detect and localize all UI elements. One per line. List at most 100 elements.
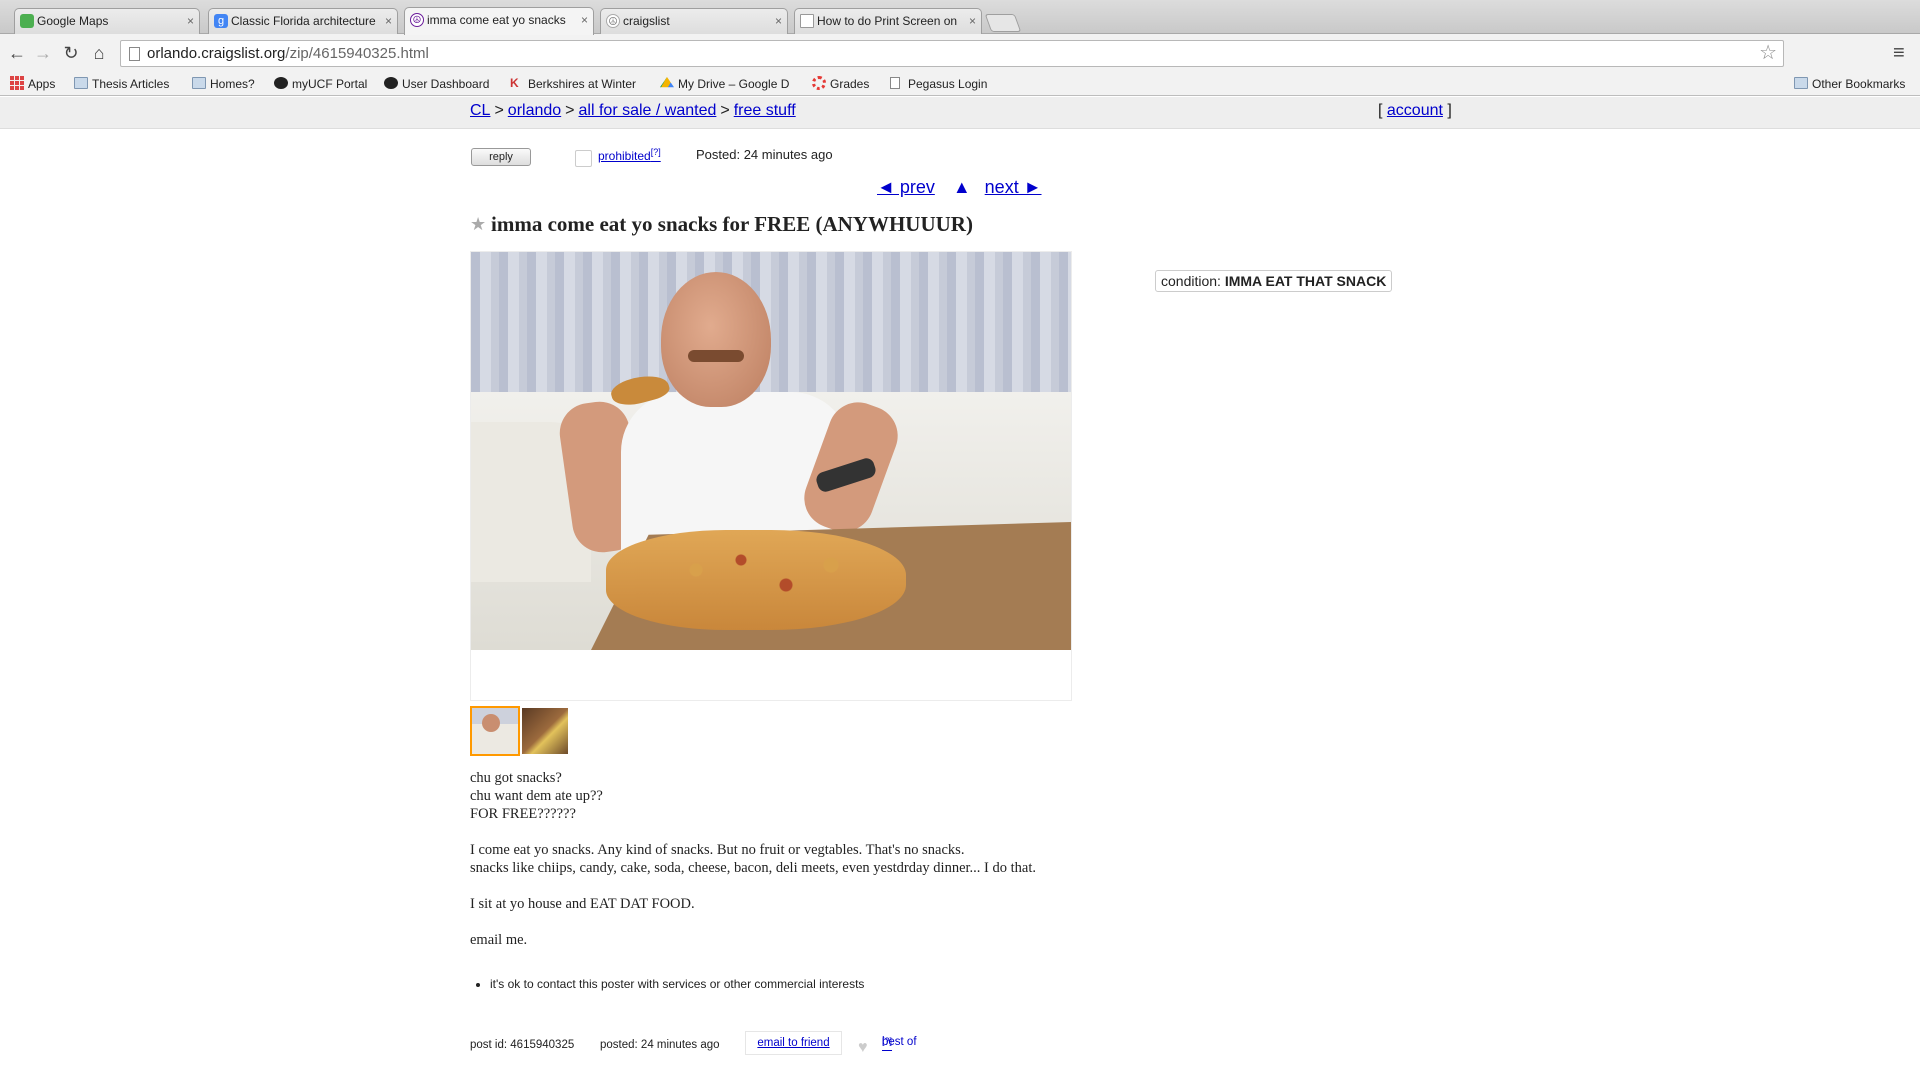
posted-date: posted: 24 minutes ago bbox=[600, 1039, 720, 1051]
close-icon[interactable]: × bbox=[969, 9, 976, 33]
tab-classic-florida[interactable]: g Classic Florida architecture × bbox=[208, 8, 398, 34]
breadcrumb-cl[interactable]: CL bbox=[470, 102, 490, 119]
bookmark-label: Berkshires at Winter bbox=[528, 77, 637, 91]
page-icon bbox=[890, 77, 900, 89]
bookmark-other[interactable]: Other Bookmarks bbox=[1792, 72, 1905, 96]
best-of-link[interactable]: best of [?] bbox=[882, 1036, 917, 1052]
k-icon: K bbox=[510, 76, 519, 90]
close-icon[interactable]: × bbox=[187, 9, 194, 33]
tab-print-screen[interactable]: How to do Print Screen on × bbox=[794, 8, 982, 34]
email-to-friend-button[interactable]: email to friend bbox=[745, 1031, 842, 1055]
prohibited-link[interactable]: prohibited[?] bbox=[598, 147, 661, 163]
web-page: CL > orlando > all for sale / wanted > free st… bbox=[0, 97, 1920, 1080]
pegasus-icon bbox=[384, 77, 398, 89]
condition-value: IMMA EAT THAT SNACK bbox=[1224, 273, 1387, 289]
bookmark-thesis-articles[interactable]: Thesis Articles bbox=[72, 72, 169, 96]
peace-icon: ☮ bbox=[410, 13, 424, 27]
folder-icon bbox=[192, 77, 206, 89]
body-line: chu want dem ate up?? bbox=[470, 788, 603, 804]
prohibited-label: prohibited bbox=[598, 149, 651, 163]
tab-craigslist-post[interactable]: ☮ imma come eat yo snacks × bbox=[404, 7, 594, 35]
post-title: imma come eat yo snacks for FREE (ANYWHU… bbox=[491, 212, 973, 236]
post-body: chu got snacks? chu want dem ate up?? FO… bbox=[470, 769, 1170, 949]
bracket-open: [ bbox=[1378, 102, 1383, 119]
bookmark-label: User Dashboard bbox=[402, 77, 490, 91]
bookmark-grades[interactable]: Grades bbox=[810, 72, 869, 96]
account-link[interactable]: account bbox=[1387, 102, 1443, 119]
folder-icon bbox=[74, 77, 88, 89]
notices-list: it's ok to contact this poster with serv… bbox=[490, 977, 864, 991]
bookmark-label: My Drive – Google D bbox=[678, 77, 790, 91]
drive-icon bbox=[660, 77, 674, 88]
tab-title: imma come eat yo snacks bbox=[427, 13, 566, 27]
tab-google-maps[interactable]: Google Maps × bbox=[14, 8, 200, 34]
thumbnail-1[interactable] bbox=[470, 706, 520, 756]
best-of-label: best of bbox=[882, 1036, 917, 1048]
posted-time: Posted: 24 minutes ago bbox=[696, 147, 833, 162]
bookmark-label: Homes? bbox=[210, 77, 255, 91]
post-navigation: ◄ prev ▲ next ► bbox=[877, 177, 1042, 198]
body-line bbox=[470, 913, 1170, 931]
bookmark-berkshires[interactable]: K Berkshires at Winter bbox=[508, 72, 642, 96]
bookmark-apps[interactable]: Apps bbox=[8, 72, 55, 96]
bookmark-label: Thesis Articles bbox=[92, 77, 170, 91]
reply-button[interactable]: reply bbox=[471, 148, 531, 166]
close-icon[interactable]: × bbox=[775, 9, 782, 33]
tab-craigslist[interactable]: ☮ craigslist × bbox=[600, 8, 788, 34]
apps-grid-icon bbox=[10, 76, 24, 90]
post-id: post id: 4615940325 bbox=[470, 1039, 575, 1051]
account-area: [ account ] bbox=[1378, 97, 1452, 125]
body-line: email me. bbox=[470, 932, 528, 948]
next-link[interactable]: next ► bbox=[985, 177, 1042, 197]
breadcrumb: CL > orlando > all for sale / wanted > free st… bbox=[470, 97, 796, 125]
address-bar[interactable]: orlando.craigslist.org/zip/4615940325.ht… bbox=[120, 40, 1784, 67]
breadcrumb-orlando[interactable]: orlando bbox=[508, 102, 561, 119]
tab-title: How to do Print Screen on bbox=[817, 14, 958, 28]
prev-link[interactable]: ◄ prev bbox=[877, 177, 935, 197]
browser-toolbar: ← → ↻ ⌂ orlando.craigslist.org/zip/46159… bbox=[0, 34, 1920, 72]
bookmark-label: Apps bbox=[28, 77, 56, 91]
bookmark-label: Pegasus Login bbox=[908, 77, 988, 91]
body-line: FOR FREE?????? bbox=[470, 806, 576, 822]
url-path: /zip/4615940325.html bbox=[285, 45, 429, 62]
condition-attribute: condition: IMMA EAT THAT SNACK bbox=[1155, 270, 1393, 292]
tab-title: Google Maps bbox=[37, 14, 109, 28]
bookmark-my-drive[interactable]: My Drive – Google D bbox=[658, 72, 792, 96]
up-arrow-icon[interactable]: ▲ bbox=[953, 177, 971, 197]
home-icon[interactable]: ⌂ bbox=[88, 42, 110, 64]
breadcrumb-free-stuff[interactable]: free stuff bbox=[734, 102, 796, 119]
breadcrumb-for-sale[interactable]: all for sale / wanted bbox=[579, 102, 717, 119]
help-link[interactable]: [?] bbox=[651, 147, 661, 157]
close-icon[interactable]: × bbox=[385, 9, 392, 33]
favorite-star-icon[interactable]: ★ bbox=[470, 214, 486, 235]
bookmark-myucf-portal[interactable]: myUCF Portal bbox=[272, 72, 367, 96]
folder-icon bbox=[1794, 77, 1808, 89]
tab-strip: Google Maps × g Classic Florida architec… bbox=[0, 0, 1920, 35]
heart-icon[interactable]: ♥ bbox=[858, 1039, 868, 1057]
flag-checkbox[interactable] bbox=[575, 150, 592, 167]
pegasus-icon bbox=[274, 77, 288, 89]
body-line: I sit at yo house and EAT DAT FOOD. bbox=[470, 896, 695, 912]
back-icon[interactable]: ← bbox=[6, 42, 28, 64]
body-line bbox=[470, 823, 1170, 841]
close-icon[interactable]: × bbox=[581, 8, 588, 32]
bookmark-label: Grades bbox=[830, 77, 870, 91]
url-domain: orlando.craigslist.org bbox=[147, 45, 286, 62]
reload-icon[interactable]: ↻ bbox=[60, 42, 82, 64]
bookmark-user-dashboard[interactable]: User Dashboard bbox=[382, 72, 489, 96]
page-icon bbox=[129, 47, 140, 61]
forward-icon[interactable]: → bbox=[32, 42, 54, 64]
cl-header: CL > orlando > all for sale / wanted > free st… bbox=[0, 97, 1920, 129]
maps-icon bbox=[20, 14, 34, 28]
notice-item: it's ok to contact this poster with serv… bbox=[490, 977, 864, 991]
menu-icon[interactable]: ≡ bbox=[1893, 42, 1913, 64]
bookmark-homes[interactable]: Homes? bbox=[190, 72, 255, 96]
breadcrumb-separator: > bbox=[494, 102, 504, 119]
bookmark-star-icon[interactable]: ☆ bbox=[1759, 41, 1777, 66]
thumbnail-2[interactable] bbox=[520, 706, 570, 756]
post-photo[interactable] bbox=[471, 252, 1071, 650]
body-line: chu got snacks? bbox=[470, 770, 562, 786]
new-tab-button[interactable] bbox=[984, 14, 1022, 32]
body-line: I come eat yo snacks. Any kind of snacks… bbox=[470, 842, 965, 858]
bookmark-pegasus-login[interactable]: Pegasus Login bbox=[888, 72, 987, 96]
